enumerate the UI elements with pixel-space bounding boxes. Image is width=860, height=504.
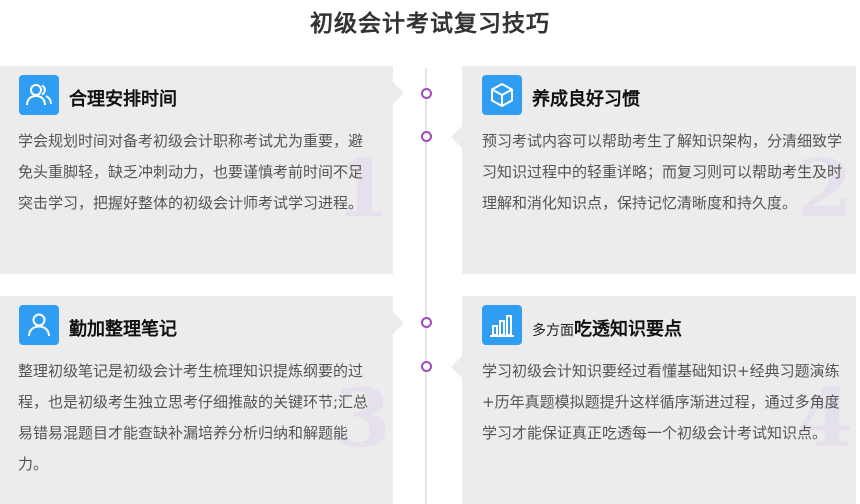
tip-card-notes: 3 勤加整理笔记 整理初级笔记是初级会计考生梳理知识提炼纲要的过程，也是初级考生… [0,296,393,504]
timeline-dot [421,361,432,372]
card-text: 预习考试内容可以帮助考生了解知识架构，分清细致学习知识过程中的轻重详略；而复习则… [482,132,843,212]
card-heading-main: 吃透知识要点 [574,319,682,340]
card-pointer [393,82,404,104]
bar-chart-icon [482,305,522,345]
card-heading: 养成良好习惯 [532,89,640,110]
card-pointer [393,312,404,334]
tip-card-time: 1 合理安排时间 学会规划时间对备考初级会计职称考试尤为重要，避免头重脚轻，缺乏… [0,66,393,274]
card-heading: 多方面吃透知识要点 [532,315,682,341]
cube-icon [482,75,522,115]
card-heading: 合理安排时间 [69,89,177,110]
page-title: 初级会计考试复习技巧 [310,11,550,37]
tip-card-habits: 2 养成良好习惯 预习考试内容可以帮助考生了解知识架构，分清细致学习知识过程中的… [462,66,856,274]
timeline-dot [421,88,432,99]
card-text: 整理初级笔记是初级会计考生梳理知识提炼纲要的过程，也是初级考生独立思考仔细推敲的… [18,362,369,473]
card-pointer [451,356,462,378]
users-icon [19,75,59,115]
user-icon [19,305,59,345]
timeline-dot [421,131,432,142]
card-heading-prefix: 多方面 [532,323,574,339]
card-heading: 勤加整理笔记 [69,319,177,340]
tip-card-key-points: 4 多方面吃透知识要点 学习初级会计知识要经过看懂基础知识+经典习题演练+历年真… [462,296,856,504]
card-text: 学习初级会计知识要经过看懂基础知识+经典习题演练+历年真题模拟题提升这样循序渐进… [482,362,840,442]
card-pointer [451,126,462,148]
timeline-dot [421,317,432,328]
card-text: 学会规划时间对备考初级会计职称考试尤为重要，避免头重脚轻，缺乏冲刺动力，也要谨慎… [18,132,364,212]
